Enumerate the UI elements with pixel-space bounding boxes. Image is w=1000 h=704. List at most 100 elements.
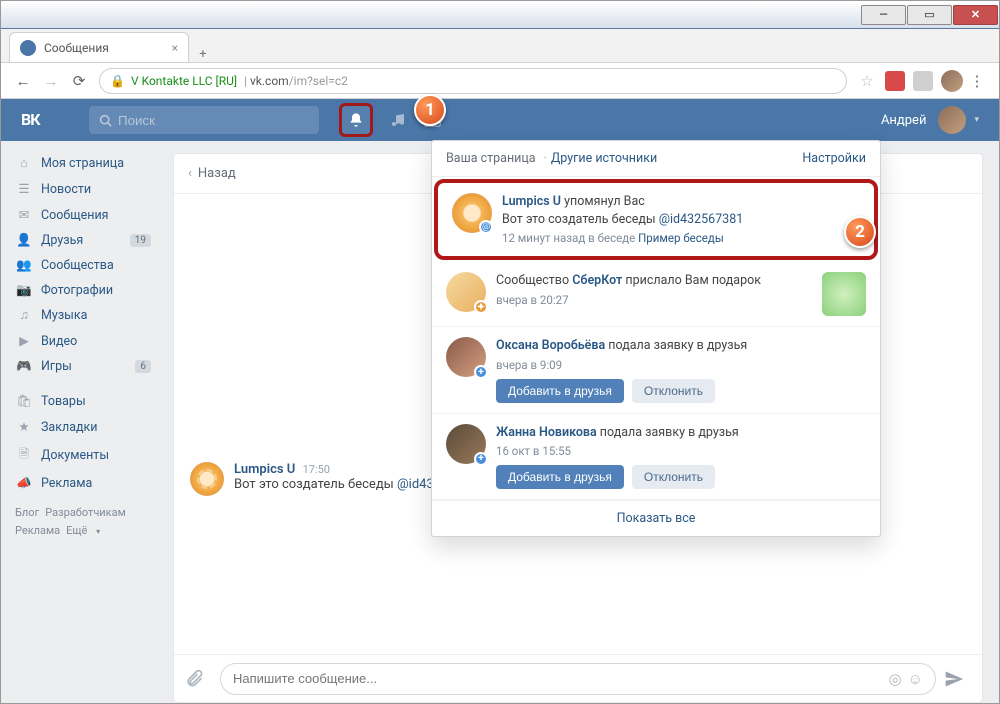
menu-icon[interactable]: ⋮: [963, 72, 991, 90]
sidebar-item-friends[interactable]: 👤Друзья19: [9, 228, 157, 253]
notif-tab-your[interactable]: Ваша страница: [446, 151, 536, 166]
reload-icon[interactable]: ⟳: [65, 72, 93, 90]
window-maximize[interactable]: ▭: [907, 5, 952, 25]
message-input[interactable]: [233, 671, 883, 686]
notification-item[interactable]: + Оксана Воробьёва подала заявку в друзь…: [432, 327, 880, 414]
mention-link[interactable]: @id432567381: [659, 212, 744, 227]
annotation-2: 2: [844, 216, 876, 248]
notification-item[interactable]: ✦ Сообщество СберКот прислало Вам подаро…: [432, 262, 880, 327]
chat-input-bar: ◎ ☺: [174, 654, 982, 702]
bookmark-icon: ★: [15, 419, 33, 435]
lock-icon: 🔒: [110, 74, 125, 88]
sidebar-item-music[interactable]: ♫Музыка: [9, 303, 157, 328]
gift-thumbnail[interactable]: [822, 272, 866, 316]
extension-icon[interactable]: [885, 71, 905, 91]
send-icon[interactable]: [944, 669, 972, 689]
sidebar-item-news[interactable]: ☰Новости: [9, 176, 157, 202]
sidebar-item-games[interactable]: 🎮Игры6: [9, 354, 157, 379]
svg-text:ВК: ВК: [21, 112, 41, 128]
new-tab-button[interactable]: +: [189, 47, 217, 62]
footer-dev[interactable]: Разработчикам: [45, 506, 126, 519]
notif-avatar[interactable]: ✦: [446, 272, 486, 312]
decline-friend-button[interactable]: Отклонить: [632, 465, 715, 489]
notif-avatar[interactable]: @: [452, 193, 492, 233]
address-bar[interactable]: 🔒 V Kontakte LLC [RU] | vk.com/im?sel=c2: [99, 68, 847, 94]
footer-ads[interactable]: Реклама: [15, 524, 60, 537]
extension-icon[interactable]: [913, 71, 933, 91]
add-badge-icon: +: [474, 452, 488, 466]
profile-avatar[interactable]: [941, 70, 963, 92]
browser-tabbar: Сообщения × +: [1, 29, 999, 63]
attach-icon[interactable]: [184, 669, 212, 689]
browser-tab[interactable]: Сообщения ×: [9, 32, 189, 62]
message-avatar[interactable]: [190, 462, 224, 496]
notif-avatar[interactable]: +: [446, 337, 486, 377]
home-icon: ⌂: [15, 156, 33, 171]
notifications-tabs: Ваша страница · Другие источники Настрой…: [432, 141, 880, 177]
search-input[interactable]: [118, 113, 309, 128]
chevron-down-icon: ▾: [974, 115, 979, 125]
url-path: /im?sel=c2: [289, 74, 348, 88]
sidebar-item-docs[interactable]: 🗎Документы: [9, 440, 157, 471]
sidebar-item-groups[interactable]: 👥Сообщества: [9, 253, 157, 278]
url-host: vk.com: [250, 74, 289, 88]
notif-body: Оксана Воробьёва подала заявку в друзья …: [496, 337, 866, 403]
notif-user-link[interactable]: Оксана Воробьёва: [496, 338, 605, 353]
message-author[interactable]: Lumpics U: [234, 462, 295, 477]
window-close[interactable]: ✕: [953, 5, 998, 25]
header-user[interactable]: Андрей ▾: [881, 106, 979, 134]
accept-friend-button[interactable]: Добавить в друзья: [496, 465, 624, 489]
notif-avatar[interactable]: +: [446, 424, 486, 464]
sidebar-item-video[interactable]: ▶Видео: [9, 328, 157, 354]
search-box[interactable]: [89, 106, 319, 134]
notif-settings-link[interactable]: Настройки: [802, 151, 866, 166]
notif-user-link[interactable]: Жанна Новикова: [496, 425, 597, 440]
notifications-button[interactable]: [339, 103, 373, 137]
message-icon: ✉: [15, 207, 33, 223]
tab-close-icon[interactable]: ×: [172, 41, 178, 55]
decline-friend-button[interactable]: Отклонить: [632, 379, 715, 403]
vk-logo[interactable]: ВК: [21, 112, 49, 128]
notif-user-link[interactable]: Lumpics U: [502, 194, 561, 209]
forward-icon[interactable]: →: [37, 72, 65, 90]
notifications-dropdown: Ваша страница · Другие источники Настрой…: [431, 140, 881, 537]
annotation-1: 1: [414, 94, 446, 126]
footer-blog[interactable]: Блог: [15, 506, 39, 519]
photo-icon: 📷: [15, 283, 33, 298]
doc-icon: 🗎: [15, 445, 33, 466]
show-all-link[interactable]: Показать все: [432, 500, 880, 536]
sidebar-item-messages[interactable]: ✉Сообщения: [9, 202, 157, 228]
accept-friend-button[interactable]: Добавить в друзья: [496, 379, 624, 403]
notif-body: Сообщество СберКот прислало Вам подарок …: [496, 272, 812, 316]
footer-more[interactable]: Ещё: [66, 524, 87, 537]
sidebar-item-market[interactable]: 🛍Товары: [9, 389, 157, 414]
sidebar-item-bookmarks[interactable]: ★Закладки: [9, 414, 157, 440]
games-icon: 🎮: [15, 359, 33, 374]
header-username: Андрей: [881, 113, 927, 128]
notif-tab-other[interactable]: Другие источники: [551, 151, 657, 166]
emoji-icon[interactable]: ☺: [908, 670, 923, 688]
mention-badge-icon: @: [479, 220, 493, 234]
badge: 19: [130, 234, 151, 247]
ssl-cert-name: V Kontakte LLC [RU]: [131, 74, 237, 88]
back-icon[interactable]: ←: [9, 72, 37, 90]
notification-item[interactable]: @ Lumpics U упомянул Вас Вот это создате…: [442, 187, 870, 252]
sidebar-item-mypage[interactable]: ⌂Моя страница: [9, 151, 157, 176]
badge: 6: [135, 360, 151, 373]
music-icon[interactable]: [389, 111, 407, 129]
music-icon: ♫: [15, 308, 33, 323]
sidebar-item-photos[interactable]: 📷Фотографии: [9, 278, 157, 303]
sidebar-item-ads[interactable]: 📣Реклама: [9, 471, 157, 496]
notif-user-link[interactable]: СберКот: [572, 273, 622, 288]
room-link[interactable]: Пример беседы: [638, 231, 724, 245]
star-icon[interactable]: ☆: [853, 72, 881, 90]
message-input-wrap[interactable]: ◎ ☺: [220, 663, 936, 695]
search-icon: [99, 114, 112, 127]
notification-item[interactable]: + Жанна Новикова подала заявку в друзья …: [432, 414, 880, 501]
back-link[interactable]: Назад: [198, 166, 236, 181]
highlighted-notification: @ Lumpics U упомянул Вас Вот это создате…: [434, 179, 878, 260]
message-time: 17:50: [303, 463, 330, 476]
window-minimize[interactable]: —: [861, 5, 906, 25]
camera-icon[interactable]: ◎: [889, 670, 902, 688]
window-titlebar: — ▭ ✕: [1, 1, 999, 29]
